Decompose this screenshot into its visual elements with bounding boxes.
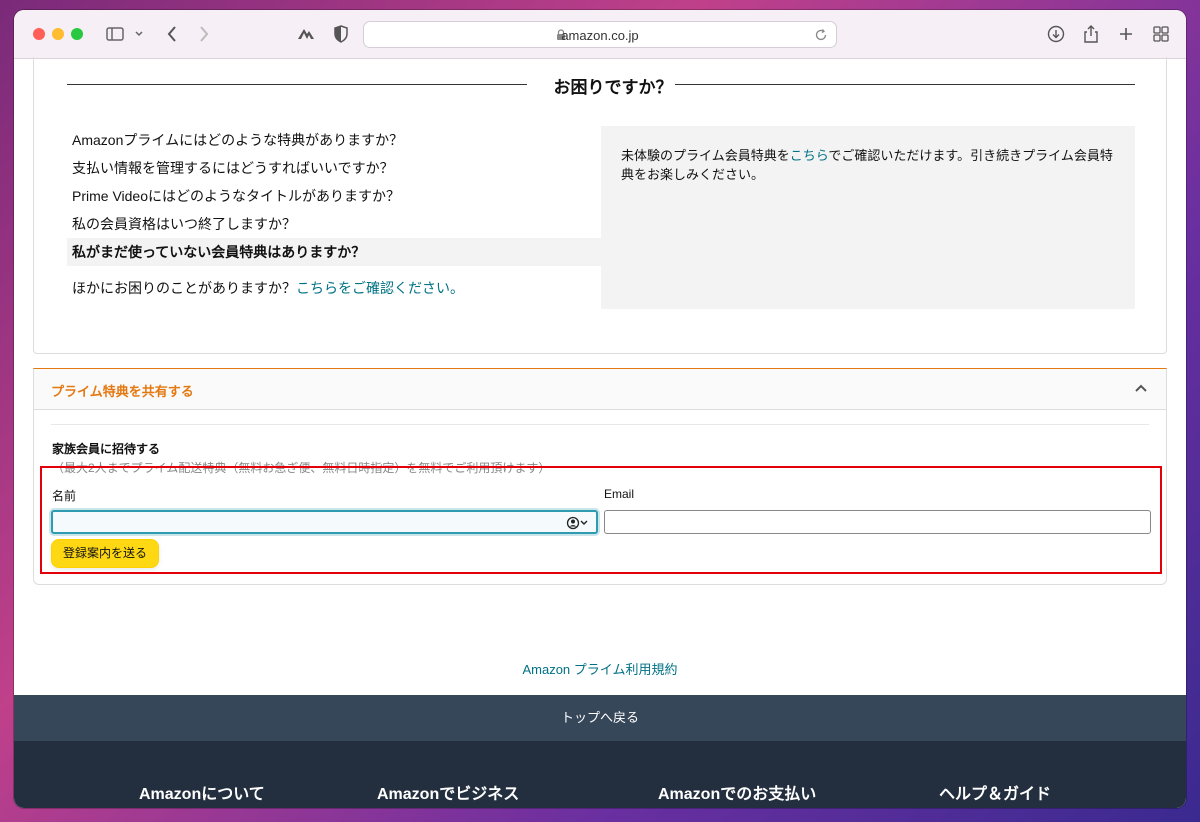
address-bar[interactable]: amazon.co.jp (363, 21, 837, 48)
faq-item[interactable]: Prime Videoにはどのようなタイトルがありますか？ (67, 182, 601, 210)
page-content: お困りですか？ Amazonプライムにはどのような特典がありますか？ 支払い情報… (14, 57, 1186, 808)
share-benefits-title: プライム特典を共有する (51, 384, 194, 399)
browser-window: amazon.co.jp お困りですか？ Amazonプライムにはどのような特典… (14, 10, 1186, 808)
faq-answer: 未体験のプライム会員特典をこちらでご確認いただけます。引き続きプライム会員特典を… (601, 126, 1135, 309)
more-help-label: ほかにお困りのことがありますか？ (72, 280, 296, 296)
divider (51, 424, 1149, 425)
browser-toolbar: amazon.co.jp (14, 10, 1186, 59)
share-icon[interactable] (1082, 23, 1100, 45)
help-title: お困りですか？ (553, 78, 673, 97)
faq-list: Amazonプライムにはどのような特典がありますか？ 支払い情報を管理するにはど… (67, 126, 601, 266)
help-section: お困りですか？ Amazonプライムにはどのような特典がありますか？ 支払い情報… (33, 57, 1167, 354)
email-input[interactable] (604, 510, 1151, 534)
share-benefits-accordion-header[interactable]: プライム特典を共有する (33, 368, 1167, 409)
send-invitation-button[interactable]: 登録案内を送る (51, 539, 159, 568)
extension-icon[interactable] (296, 23, 316, 45)
more-help-text: ほかにお困りのことがありますか？こちらをご確認ください。 (72, 278, 464, 298)
faq-item[interactable]: 私の会員資格はいつ終了しますか？ (67, 210, 601, 238)
footer: Amazonについて Amazonでビジネス Amazonでのお支払い ヘルプ＆… (14, 741, 1186, 808)
minimize-window-button[interactable] (52, 28, 64, 40)
close-window-button[interactable] (33, 28, 45, 40)
privacy-shield-icon[interactable] (332, 23, 350, 45)
footer-heading-business[interactable]: Amazonでビジネス (377, 780, 519, 804)
answer-text-pre: 未体験のプライム会員特典を (621, 148, 790, 163)
faq-item[interactable]: Amazonプライムにはどのような特典がありますか？ (67, 126, 601, 154)
invite-family-subtitle: （最大2人までプライム配送特典（無料お急ぎ便、無料日時指定）を無料でご利用頂けま… (52, 461, 551, 475)
divider (67, 84, 527, 85)
answer-link[interactable]: こちら (790, 148, 829, 163)
more-help-link[interactable]: こちらをご確認ください。 (296, 280, 464, 296)
zoom-window-button[interactable] (71, 28, 83, 40)
footer-heading-payment[interactable]: Amazonでのお支払い (658, 780, 816, 804)
divider (675, 84, 1135, 85)
share-benefits-panel: 家族会員に招待する （最大2人までプライム配送特典（無料お急ぎ便、無料日時指定）… (33, 409, 1167, 585)
faq-item-active[interactable]: 私がまだ使っていない会員特典はありますか？ (67, 238, 601, 266)
back-to-top-button[interactable]: トップへ戻る (14, 695, 1186, 741)
name-input[interactable] (51, 510, 598, 534)
download-icon[interactable] (1046, 23, 1066, 45)
sidebar-icon[interactable] (105, 23, 125, 45)
back-icon[interactable] (164, 23, 180, 45)
contact-autofill-icon[interactable] (566, 515, 590, 531)
new-tab-icon[interactable] (1117, 23, 1135, 45)
footer-heading-help[interactable]: ヘルプ＆ガイド (939, 780, 1051, 804)
reload-icon[interactable] (814, 28, 828, 42)
url-text: amazon.co.jp (561, 28, 639, 43)
chevron-down-icon[interactable] (133, 23, 145, 45)
name-label: 名前 (52, 489, 77, 503)
forward-icon[interactable] (196, 23, 212, 45)
faq-item[interactable]: 支払い情報を管理するにはどうすればいいですか？ (67, 154, 601, 182)
invite-family-title: 家族会員に招待する (52, 442, 161, 456)
footer-heading-about[interactable]: Amazonについて (139, 780, 265, 804)
email-label: Email (604, 487, 635, 501)
prime-terms-link[interactable]: Amazon プライム利用規約 (14, 659, 1186, 678)
tab-overview-icon[interactable] (1152, 23, 1170, 45)
chevron-up-icon[interactable] (1134, 382, 1148, 396)
